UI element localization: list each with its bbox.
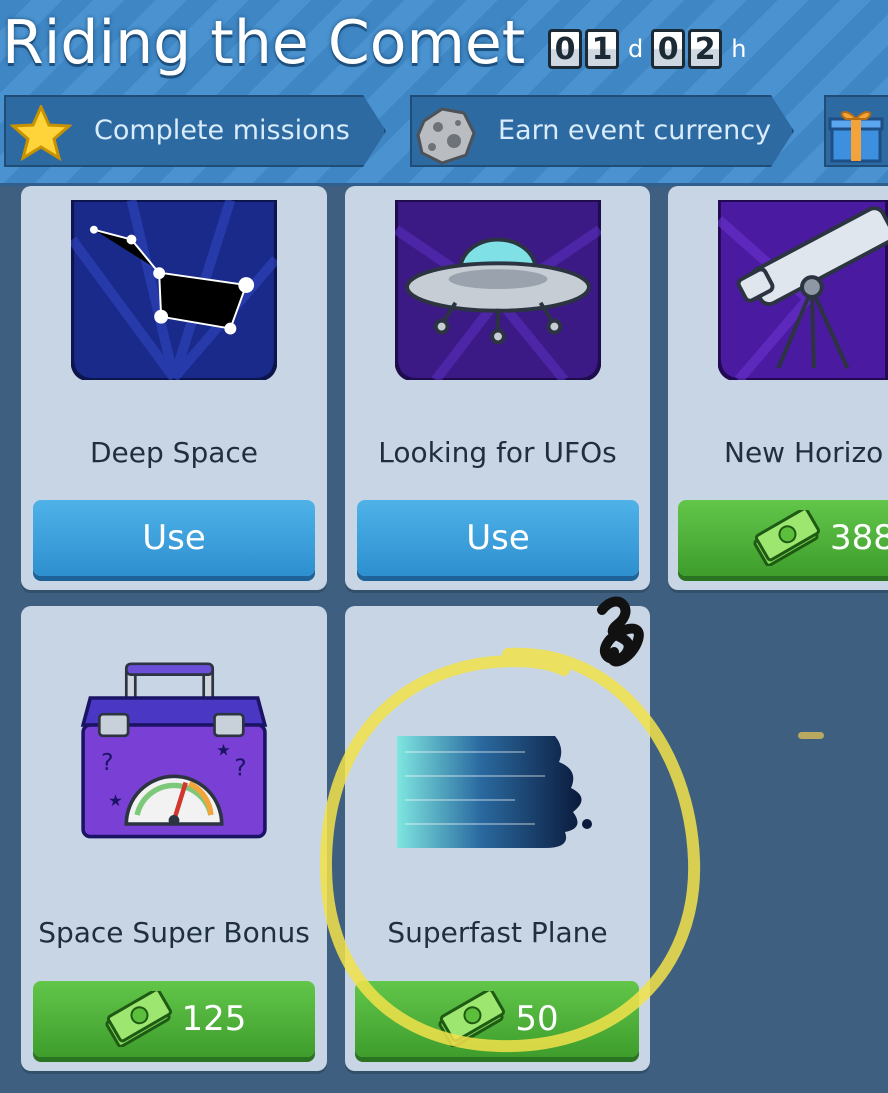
scribble-mark [597, 596, 644, 667]
timer-hour-digit-2: 2 [688, 29, 723, 69]
item-name: Space Super Bonus [38, 916, 310, 949]
item-name: Looking for UFOs [378, 436, 617, 469]
use-button[interactable]: Use [357, 500, 639, 576]
timer-day-digit-2: 1 [585, 29, 619, 69]
item-card-deep-space[interactable]: Deep Space Use [21, 186, 327, 590]
svg-text:?: ? [234, 753, 246, 781]
step-complete-missions[interactable]: Complete missions [4, 95, 386, 167]
price-button[interactable]: 50 [355, 981, 639, 1057]
item-card-new-horizons[interactable]: New Horizo 388 [668, 186, 888, 590]
constellation-icon [71, 200, 277, 380]
gift-icon [828, 111, 884, 163]
bonus-chest-icon: ? ? ★ ★ [80, 662, 268, 839]
cash-icon [438, 991, 506, 1047]
svg-text:?: ? [101, 748, 113, 776]
item-name: New Horizo [724, 436, 884, 469]
timer-hour-digit-1: 0 [651, 29, 686, 69]
timer-days-unit: d [628, 35, 644, 63]
svg-text:★: ★ [108, 791, 123, 810]
item-card-looking-for-ufos[interactable]: Looking for UFOs Use [345, 186, 650, 590]
step-label-missions: Complete missions [94, 115, 350, 146]
step-earn-currency[interactable]: Earn event currency [410, 95, 794, 167]
telescope-icon [718, 200, 888, 380]
use-button[interactable]: Use [33, 500, 315, 576]
item-card-space-super-bonus[interactable]: ? ? ★ ★ Space Super Bonus 125 [21, 606, 327, 1071]
price-button[interactable]: 388 [678, 500, 888, 576]
event-title: Riding the Comet [2, 8, 526, 78]
event-header: Riding the Comet 0 1 d 0 2 h Complete mi… [0, 0, 888, 186]
stray-mark [798, 732, 824, 739]
ufo-icon [395, 200, 601, 380]
cash-icon [753, 510, 820, 566]
timer-day-digit-1: 0 [548, 29, 582, 69]
countdown-timer: 0 1 d 0 2 h [548, 26, 754, 72]
item-name: Superfast Plane [387, 916, 608, 949]
price-value: 50 [515, 999, 559, 1039]
step-label-currency: Earn event currency [498, 115, 772, 146]
timer-hours-unit: h [731, 35, 747, 63]
svg-text:★: ★ [216, 741, 231, 760]
price-value: 125 [181, 999, 247, 1039]
price-button[interactable]: 125 [33, 981, 315, 1057]
step-reward[interactable] [824, 95, 888, 167]
price-value: 388 [830, 518, 888, 558]
item-name: Deep Space [89, 436, 258, 469]
cash-icon [105, 991, 172, 1047]
star-icon [10, 105, 72, 161]
asteroid-icon [416, 107, 476, 165]
speed-streak-icon [397, 736, 592, 848]
